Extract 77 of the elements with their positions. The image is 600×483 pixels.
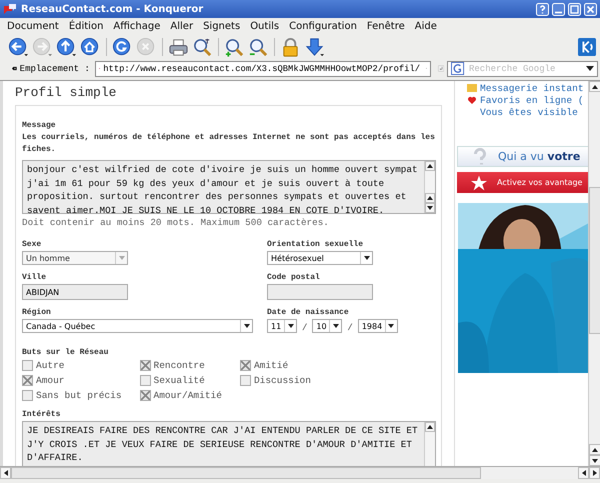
field-label: Message [22, 121, 57, 130]
question-mark-icon [472, 148, 488, 166]
sidebar-link[interactable]: Vous êtes visible [480, 106, 578, 118]
interests-field[interactable]: JE DESIREAIS FAIRE DES RENCONTRE CAR J'AI ENTENDU PARLER DE CE SITE ET J'Y CROIS .ET JE VEUX FAIRE DE SERIEUSE RENCONTRE D'AMOUR D'AMITIE ET D'AFFAIRE. [22, 421, 436, 466]
menu-item[interactable]: Fenêtre [362, 21, 410, 32]
search-field[interactable]: Recherche Google [469, 64, 583, 74]
minimize-button[interactable] [552, 2, 565, 16]
goal-checkbox[interactable]: Amitié [240, 359, 325, 372]
message-field[interactable]: bonjour c'est wilfried de cote d'ivoire je suis un homme ouvert sympat j'ai 1m 61 pour 59 kg des yeux d'amour et je suis ouvert à toute proposition. surtout rencontrer des personnes sympats et ouvertes et savent aimer.MOI JE SUIS NE LE 10 OCTOBRE 1984 EN COTE D'IVOIRE. [22, 160, 436, 214]
month-select[interactable]: 10 [312, 319, 342, 333]
goal-checkbox[interactable]: Rencontre [140, 359, 236, 372]
maximize-button[interactable] [568, 2, 581, 16]
horizontal-scrollbar[interactable] [0, 466, 600, 479]
help-button[interactable] [536, 2, 549, 16]
reload-icon[interactable] [112, 36, 133, 58]
banner-text: Activez vos avantage [497, 178, 582, 187]
menu-item[interactable]: Document [2, 21, 64, 32]
menu-item[interactable]: Outils [245, 21, 284, 32]
download-icon[interactable] [304, 36, 325, 58]
zoom-out-icon[interactable] [248, 36, 269, 58]
goal-checkbox[interactable]: Amour/Amitié [140, 389, 236, 402]
scrollbar[interactable] [424, 161, 435, 213]
field-label: Date de naissance [267, 308, 350, 317]
field-label: Intérêts [22, 410, 62, 419]
search-bar[interactable]: Recherche Google [447, 60, 598, 76]
field-label: Sexe [22, 240, 42, 249]
goal-checkbox[interactable]: Autre [22, 359, 136, 372]
url-field[interactable]: http://www.reseaucontact.com/X3.sQBMkJWGMMHHOowtMOP2/profil/ [94, 60, 431, 76]
sidebar-link[interactable]: Messagerie instant [480, 82, 584, 94]
goal-checkbox[interactable]: Sexualité [140, 374, 236, 387]
kde-logo-icon[interactable] [578, 38, 596, 56]
back-icon[interactable] [8, 36, 29, 58]
menu-item[interactable]: Édition [64, 21, 108, 32]
field-label: Ville [22, 273, 48, 282]
close-button[interactable] [584, 2, 597, 16]
star-icon [471, 174, 487, 192]
year-select[interactable]: 1984 [358, 319, 398, 333]
hint-text: Doit contenir au moins 20 mots. Maximum 500 caractères. [22, 217, 330, 228]
menu-item[interactable]: Configuration [284, 21, 362, 32]
city-field[interactable]: ABIDJAN [22, 284, 128, 300]
search-engine-icon[interactable] [451, 62, 466, 75]
goal-checkbox[interactable]: Discussion [240, 374, 325, 387]
date-separator: / [347, 323, 353, 333]
goal-checkbox[interactable]: Sans but précis [22, 389, 136, 402]
magnifier-icon[interactable] [192, 36, 213, 58]
field-label: Buts sur le Réseau [22, 348, 110, 357]
region-select[interactable]: Canada - Québec [22, 319, 253, 333]
menu-item[interactable]: Aller [165, 21, 198, 32]
heart-icon [467, 96, 477, 104]
location-label: Emplacement : [20, 64, 90, 74]
page-scrollbar[interactable] [588, 81, 600, 466]
up-icon[interactable] [56, 36, 77, 58]
scrollbar[interactable] [424, 422, 435, 466]
date-separator: / [302, 323, 308, 333]
menu-item[interactable]: Aide [410, 21, 442, 32]
printer-icon[interactable] [168, 36, 189, 58]
notice-text: Les courriels, numéros de téléphone et adresses Internet ne sont pas acceptés dans les fiches. [22, 132, 436, 156]
zoom-in-icon[interactable] [224, 36, 245, 58]
dropdown-arrow-icon[interactable] [586, 66, 594, 71]
menu-item[interactable]: Signets [198, 21, 246, 32]
section-heading: Profil simple [15, 85, 118, 100]
field-label: Orientation sexuelle [267, 240, 364, 249]
day-select[interactable]: 11 [267, 319, 297, 333]
clear-location-icon[interactable] [12, 64, 17, 73]
field-label: Code postal [267, 273, 321, 282]
orientation-select[interactable]: Hétérosexuel [267, 251, 373, 265]
sidebar-link[interactable]: Favoris en ligne ( [480, 94, 584, 106]
menu-item[interactable]: Affichage [108, 21, 166, 32]
promo-banner[interactable]: Activez vos avantage [457, 172, 588, 193]
app-icon [3, 3, 17, 15]
window-title: ReseauContact.com - Konqueror [21, 4, 204, 14]
postal-code-field[interactable] [267, 284, 373, 300]
promo-banner[interactable]: Qui a vu votre [457, 146, 588, 167]
home-icon[interactable] [80, 36, 101, 58]
field-label: Région [22, 308, 52, 317]
goal-checkbox[interactable]: Amour [22, 374, 136, 387]
banner-text: Qui a vu votre [498, 150, 580, 163]
